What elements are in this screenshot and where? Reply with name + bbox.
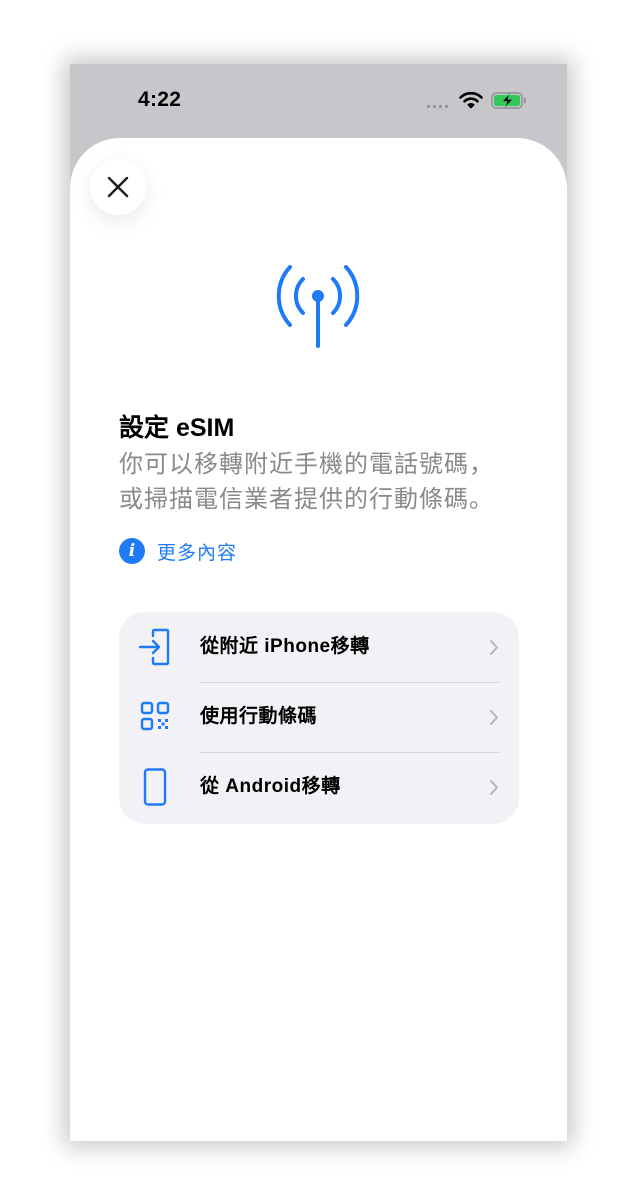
page-title: 設定 eSIM xyxy=(119,414,235,442)
option-transfer-from-iphone[interactable]: 從附近 iPhone移轉 xyxy=(119,612,519,682)
description-line-2: 或掃描電信業者提供的行動條碼。 xyxy=(119,486,494,513)
chevron-right-icon xyxy=(490,640,498,655)
description-text: 你可以移轉附近手機的電話號碼， 或掃描電信業者提供的行動條碼。 xyxy=(119,447,539,517)
phone-screen: 4:22 設定 eSIM 你可以移轉附近手機的電話號碼， 或掃描電信業者提供的行… xyxy=(70,64,567,1141)
close-icon xyxy=(107,176,129,198)
status-bar: 4:22 xyxy=(70,64,567,138)
info-icon: i xyxy=(119,538,145,564)
transfer-in-icon xyxy=(138,628,170,666)
option-label: 從 Android移轉 xyxy=(200,776,341,797)
esim-setup-sheet: 設定 eSIM 你可以移轉附近手機的電話號碼， 或掃描電信業者提供的行動條碼。 … xyxy=(70,138,567,1141)
more-info-link[interactable]: i 更多內容 xyxy=(119,536,237,566)
chevron-right-icon xyxy=(490,710,498,725)
option-use-qr-code[interactable]: 使用行動條碼 xyxy=(119,682,519,752)
option-label: 使用行動條碼 xyxy=(200,706,318,727)
transfer-options-list: 從附近 iPhone移轉 使用行動條碼 從 Android移轉 xyxy=(119,612,519,824)
battery-charging-icon xyxy=(491,92,527,109)
chevron-right-icon xyxy=(490,780,498,795)
option-label: 從附近 iPhone移轉 xyxy=(200,636,370,657)
status-time: 4:22 xyxy=(138,88,182,111)
cellular-dots-icon xyxy=(427,105,453,109)
more-info-label: 更多內容 xyxy=(157,542,238,564)
description-line-1: 你可以移轉附近手機的電話號碼， xyxy=(119,451,494,478)
qr-code-icon xyxy=(140,701,170,731)
phone-outline-icon xyxy=(143,768,167,806)
wifi-icon xyxy=(459,91,483,109)
option-transfer-from-android[interactable]: 從 Android移轉 xyxy=(119,752,519,822)
antenna-icon xyxy=(276,265,360,348)
close-button[interactable] xyxy=(90,159,146,215)
